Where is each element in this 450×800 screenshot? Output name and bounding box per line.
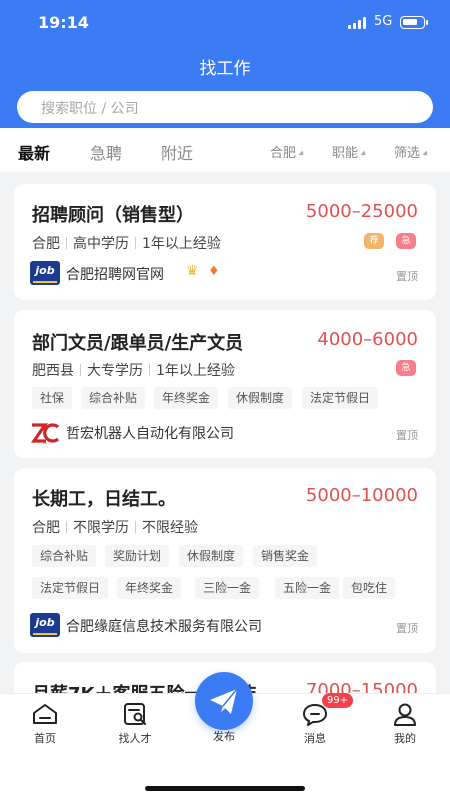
job-location: 肥西县	[32, 363, 74, 379]
job-location: 合肥	[32, 520, 60, 536]
nav-talent[interactable]: 找人才	[103, 702, 167, 746]
filter-function-label: 职能	[332, 146, 359, 161]
job-education: 大专学历	[87, 363, 143, 379]
job-tag: 三险一金	[195, 577, 260, 599]
job-salary: 4000–6000	[317, 329, 418, 350]
job-salary: 5000–25000	[305, 201, 418, 222]
company-name: 合肥缘庭信息技术服务有限公司	[66, 619, 262, 635]
tab-urgent[interactable]: 急聘	[90, 140, 122, 164]
job-card[interactable]: 招聘顾问（销售型） 5000–25000 合肥 高中学历 1年以上经验 荐 急 jo…	[14, 184, 436, 300]
job-tag: 奖励计划	[105, 545, 170, 567]
publish-button[interactable]	[195, 672, 253, 730]
job-card[interactable]: 部门文员/跟单员/生产文员 4000–6000 肥西县 大专学历 1年以上经验 急 …	[14, 310, 436, 458]
filter-screen[interactable]: 筛选	[394, 142, 430, 161]
home-indicator	[145, 786, 305, 791]
job-meta: 合肥 高中学历 1年以上经验	[32, 233, 221, 253]
job-tag: 年终奖金	[154, 387, 219, 409]
job-tag: 年终奖金	[117, 577, 182, 599]
pinned-label: 置顶	[396, 429, 418, 442]
company-logo: job	[30, 261, 60, 285]
home-icon	[33, 704, 57, 724]
profile-icon	[394, 703, 416, 726]
job-tag: 综合补贴	[81, 387, 146, 409]
job-tag: 五险一金	[275, 577, 340, 599]
search-placeholder: 搜索职位 / 公司	[41, 101, 139, 117]
nav-messages-label: 消息	[304, 732, 326, 745]
company-name: 合肥招聘网官网	[66, 267, 164, 283]
job-title: 部门文员/跟单员/生产文员	[32, 333, 244, 354]
zc-logo-icon: ZC	[30, 421, 60, 445]
job-experience: 1年以上经验	[142, 236, 221, 252]
job-card[interactable]: 长期工，日结工。 5000–10000 合肥 不限学历 不限经验 综合补贴 奖励计划…	[14, 468, 436, 653]
job-meta: 肥西县 大专学历 1年以上经验	[32, 360, 235, 380]
logo-text: job	[35, 264, 55, 277]
tab-nearby[interactable]: 附近	[161, 140, 193, 164]
caret-icon	[422, 149, 430, 158]
job-education: 高中学历	[73, 236, 129, 252]
job-tag: 法定节假日	[32, 577, 109, 599]
job-tag: 休假制度	[179, 545, 244, 567]
header: 19:14 5G 找工作 搜索职位 / 公司	[0, 0, 450, 128]
company-name: 哲宏机器人自动化有限公司	[66, 426, 234, 442]
publish-label: 发布	[213, 730, 235, 743]
caret-icon	[298, 149, 306, 158]
nav-mine[interactable]: 我的	[373, 702, 437, 746]
job-title: 招聘顾问（销售型）	[32, 205, 194, 226]
tab-bar: 最新 急聘 附近 合肥 职能 筛选	[0, 128, 450, 172]
pinned-label: 置顶	[396, 270, 418, 283]
nav-messages[interactable]: 消息	[283, 702, 347, 746]
job-location: 合肥	[32, 236, 60, 252]
status-time: 19:14	[38, 13, 89, 32]
company-logo: ZC	[30, 421, 60, 445]
message-count-badge: 99+	[322, 693, 354, 708]
job-education: 不限学历	[73, 520, 129, 536]
job-tag: 休假制度	[228, 387, 293, 409]
recommend-badge: 荐	[364, 233, 384, 249]
diamond-icon: ♦	[208, 264, 220, 279]
status-bar: 19:14 5G	[0, 0, 450, 44]
filter-function[interactable]: 职能	[332, 142, 368, 161]
job-meta: 合肥 不限学历 不限经验	[32, 517, 198, 537]
battery-icon	[400, 16, 428, 29]
nav-talent-label: 找人才	[118, 732, 152, 745]
job-tag: 包吃住	[343, 577, 396, 599]
filter-screen-label: 筛选	[394, 146, 421, 161]
tab-latest[interactable]: 最新	[18, 140, 50, 164]
job-tag: 社保	[32, 387, 73, 409]
logo-text: job	[35, 616, 55, 629]
nav-mine-label: 我的	[394, 732, 416, 745]
talent-search-icon	[124, 703, 146, 725]
job-experience: 不限经验	[142, 520, 198, 536]
crown-icon: ♛	[186, 263, 199, 279]
caret-icon	[360, 149, 368, 158]
job-salary: 5000–10000	[305, 485, 418, 506]
job-experience: 1年以上经验	[156, 363, 235, 379]
page-title: 找工作	[199, 59, 251, 79]
job-tag: 销售奖金	[253, 545, 318, 567]
nav-home[interactable]: 首页	[13, 702, 77, 746]
search-input[interactable]: 搜索职位 / 公司	[17, 91, 433, 123]
job-tag: 综合补贴	[32, 545, 97, 567]
network-label: 5G	[374, 14, 393, 29]
signal-icon	[348, 17, 368, 29]
nav-home-label: 首页	[34, 732, 56, 745]
paper-plane-icon	[210, 688, 238, 714]
job-title: 长期工，日结工。	[32, 489, 176, 510]
pinned-label: 置顶	[396, 622, 418, 635]
company-logo: job	[30, 613, 60, 637]
urgent-badge: 急	[396, 360, 416, 376]
filter-city[interactable]: 合肥	[270, 142, 306, 161]
job-tag: 法定节假日	[302, 387, 379, 409]
filter-city-label: 合肥	[270, 146, 297, 161]
urgent-badge: 急	[396, 233, 416, 249]
